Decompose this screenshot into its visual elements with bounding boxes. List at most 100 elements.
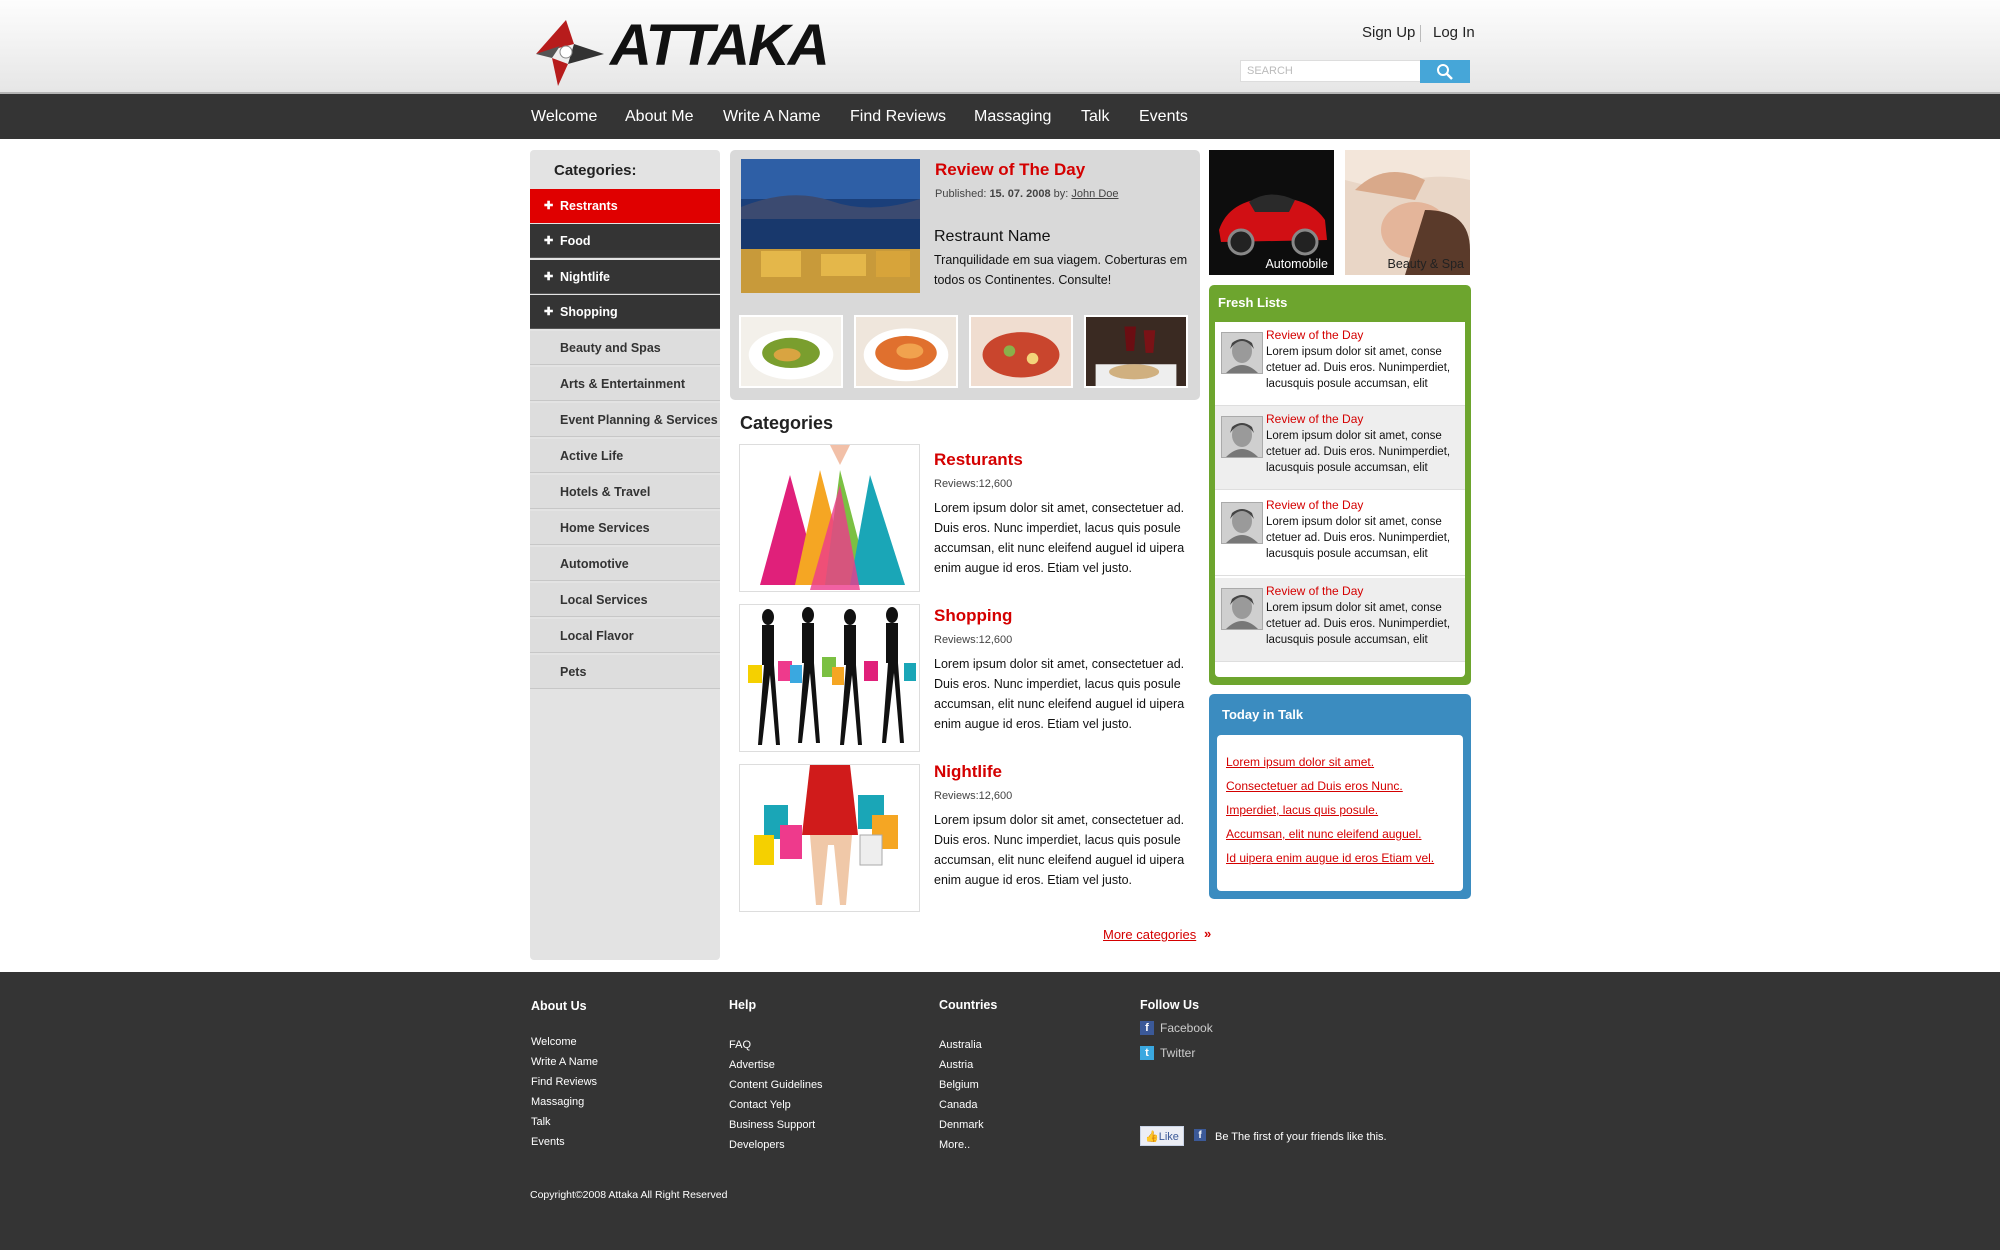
sidebar-item[interactable]: Arts & Entertainment: [530, 367, 720, 401]
footer-about-link[interactable]: Events: [531, 1136, 565, 1148]
sidebar-item[interactable]: Active Life: [530, 439, 720, 473]
talk-link[interactable]: Consectetuer ad Duis eros Nunc.: [1226, 779, 1403, 793]
sidebar-item-label: Local Services: [560, 593, 648, 607]
fresh-lists-title: Fresh Lists: [1218, 295, 1288, 310]
footer-country-link[interactable]: Denmark: [939, 1119, 984, 1131]
author-link[interactable]: John Doe: [1071, 188, 1118, 200]
footer-help-link[interactable]: Business Support: [729, 1119, 815, 1131]
fresh-list-title[interactable]: Review of the Day: [1266, 328, 1363, 342]
sidebar-item-label: Pets: [560, 665, 587, 679]
by-label: by:: [1053, 188, 1069, 200]
more-categories-link[interactable]: More categories: [1103, 927, 1196, 942]
food-thumbnail[interactable]: [854, 315, 958, 388]
food-thumbnail[interactable]: [969, 315, 1073, 388]
footer-about-link[interactable]: Find Reviews: [531, 1076, 597, 1088]
fresh-list-item[interactable]: Review of the Day Lorem ipsum dolor sit a…: [1215, 406, 1465, 490]
thumbs-up-icon: 👍: [1145, 1131, 1159, 1143]
footer-country-link[interactable]: Australia: [939, 1039, 982, 1051]
beauty-spa-promo[interactable]: Beauty & Spa: [1345, 150, 1470, 275]
sidebar-item[interactable]: Home Services: [530, 511, 720, 545]
nav-about-me[interactable]: About Me: [625, 94, 693, 139]
talk-link[interactable]: Id uipera enim augue id eros Etiam vel.: [1226, 851, 1434, 865]
sidebar-item[interactable]: ✚ Food: [530, 224, 720, 258]
sidebar-item-label: Automotive: [560, 557, 629, 571]
sidebar-item[interactable]: Local Flavor: [530, 619, 720, 653]
sidebar-item[interactable]: Local Services: [530, 583, 720, 617]
footer: [0, 972, 2000, 1250]
category-title[interactable]: Nightlife: [934, 762, 1002, 782]
fresh-list-text: Lorem ipsum dolor sit amet, conse ctetue…: [1266, 602, 1451, 646]
automobile-promo[interactable]: Automobile: [1209, 150, 1334, 275]
footer-country-link[interactable]: Canada: [939, 1099, 978, 1111]
fresh-list-item[interactable]: Review of the Day Lorem ipsum dolor sit a…: [1215, 322, 1465, 406]
sidebar-item[interactable]: Hotels & Travel: [530, 475, 720, 509]
sidebar-item[interactable]: Pets: [530, 655, 720, 689]
fresh-list-item[interactable]: Review of the Day Lorem ipsum dolor sit a…: [1215, 578, 1465, 662]
footer-help-link[interactable]: Content Guidelines: [729, 1079, 823, 1091]
footer-country-link[interactable]: More..: [939, 1139, 970, 1151]
sidebar-item[interactable]: ✚ Nightlife: [530, 260, 720, 294]
footer-help-link[interactable]: Developers: [729, 1139, 785, 1151]
footer-help-link[interactable]: FAQ: [729, 1039, 751, 1051]
sidebar-item[interactable]: Beauty and Spas: [530, 331, 720, 365]
fresh-list-text: Lorem ipsum dolor sit amet, conse ctetue…: [1266, 346, 1451, 390]
logo-text[interactable]: ATTAKA: [610, 14, 830, 78]
nightlife-category-image[interactable]: [739, 764, 920, 912]
nav-massaging[interactable]: Massaging: [974, 94, 1051, 139]
food-thumbnail[interactable]: [739, 315, 843, 388]
sidebar-item[interactable]: ✚ Shopping: [530, 295, 720, 329]
footer-about-link[interactable]: Welcome: [531, 1036, 577, 1048]
nav-find-reviews[interactable]: Find Reviews: [850, 94, 946, 139]
sidebar-item[interactable]: Event Planning & Services: [530, 403, 720, 437]
talk-link[interactable]: Accumsan, elit nunc eleifend auguel.: [1226, 827, 1421, 841]
search-input[interactable]: SEARCH: [1240, 60, 1426, 82]
fresh-list-title[interactable]: Review of the Day: [1266, 412, 1363, 426]
footer-about-link[interactable]: Write A Name: [531, 1056, 598, 1068]
nav-events[interactable]: Events: [1139, 94, 1188, 139]
fresh-list-title[interactable]: Review of the Day: [1266, 498, 1363, 512]
footer-country-link[interactable]: Austria: [939, 1059, 973, 1071]
sidebar-item-label: Beauty and Spas: [560, 341, 661, 355]
resturants-category-image[interactable]: [739, 444, 920, 592]
avatar: [1221, 332, 1263, 374]
sign-up-link[interactable]: Sign Up: [1362, 24, 1415, 41]
footer-country-link[interactable]: Belgium: [939, 1079, 979, 1091]
shopping-category-image[interactable]: [739, 604, 920, 752]
avatar: [1221, 502, 1263, 544]
beauty-spa-label: Beauty & Spa: [1387, 257, 1464, 271]
category-reviews-count: Reviews:12,600: [934, 790, 1013, 802]
nav-talk[interactable]: Talk: [1081, 94, 1109, 139]
food-thumbnail[interactable]: [1084, 315, 1188, 388]
footer-help-link[interactable]: Contact Yelp: [729, 1099, 791, 1111]
talk-link[interactable]: Lorem ipsum dolor sit amet.: [1226, 755, 1374, 769]
log-in-link[interactable]: Log In: [1433, 24, 1475, 41]
featured-title[interactable]: Review of The Day: [935, 160, 1085, 180]
copyright: Copyright©2008 Attaka All Right Reserved: [530, 1189, 728, 1201]
sidebar-item-label: Nightlife: [560, 270, 610, 284]
footer-help-link[interactable]: Advertise: [729, 1059, 775, 1071]
twitter-link[interactable]: t Twitter: [1140, 1046, 1195, 1060]
fresh-list-title[interactable]: Review of the Day: [1266, 584, 1363, 598]
nav-write-a-name[interactable]: Write A Name: [723, 94, 821, 139]
fresh-list-item[interactable]: Review of the Day Lorem ipsum dolor sit a…: [1215, 492, 1465, 576]
sidebar-item[interactable]: Automotive: [530, 547, 720, 581]
sidebar-item-label: Active Life: [560, 449, 624, 463]
facebook-link[interactable]: f Facebook: [1140, 1021, 1213, 1035]
featured-restaurant-image[interactable]: [741, 159, 920, 293]
search-icon: [1437, 63, 1453, 80]
talk-link[interactable]: Imperdiet, lacus quis posule.: [1226, 803, 1378, 817]
plus-icon: ✚: [544, 235, 554, 247]
nav-welcome[interactable]: Welcome: [531, 94, 597, 139]
avatar: [1221, 588, 1263, 630]
published-label: Published:: [935, 188, 987, 200]
search-button[interactable]: [1420, 60, 1470, 83]
category-title[interactable]: Resturants: [934, 450, 1023, 470]
footer-about-link[interactable]: Talk: [531, 1116, 551, 1128]
footer-about-title: About Us: [531, 999, 587, 1013]
footer-about-link[interactable]: Massaging: [531, 1096, 584, 1108]
category-description: Lorem ipsum dolor sit amet, consectetuer…: [934, 501, 1185, 575]
sidebar-item[interactable]: ✚ Restrants: [530, 189, 720, 223]
like-button[interactable]: 👍Like: [1140, 1126, 1184, 1146]
category-reviews-count: Reviews:12,600: [934, 478, 1013, 490]
category-title[interactable]: Shopping: [934, 606, 1012, 626]
